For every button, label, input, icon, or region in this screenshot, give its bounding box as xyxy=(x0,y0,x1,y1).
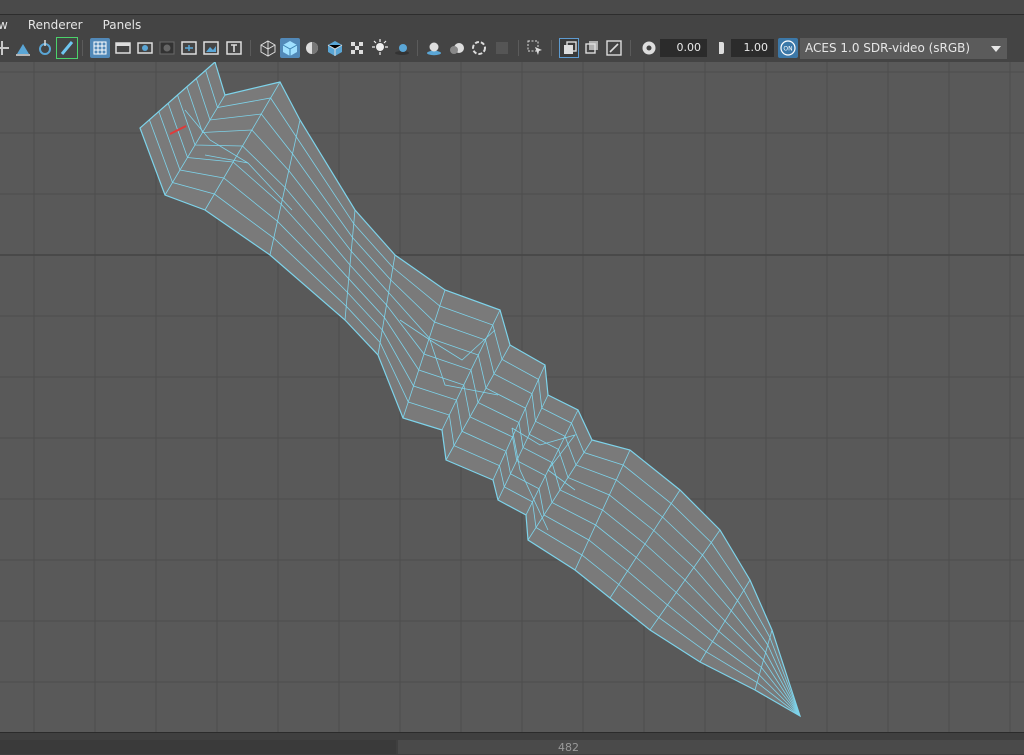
chevron-down-icon[interactable] xyxy=(985,38,1007,59)
lights-icon[interactable] xyxy=(370,38,390,58)
view-transform-dropdown[interactable]: ACES 1.0 SDR-video (sRGB) xyxy=(800,38,1007,59)
toolbar-separator xyxy=(82,40,83,56)
transform-icon[interactable] xyxy=(0,38,12,58)
exposure-field[interactable]: 0.00 xyxy=(660,39,707,57)
depth-of-field-icon[interactable] xyxy=(492,38,512,58)
wireframe-icon[interactable] xyxy=(258,38,278,58)
menu-view[interactable]: w xyxy=(0,18,18,32)
ambient-occlusion-icon[interactable] xyxy=(424,38,444,58)
move-pivot-icon[interactable] xyxy=(35,38,55,58)
smooth-shade-icon[interactable] xyxy=(280,38,300,58)
uv-canvas[interactable] xyxy=(0,62,1024,732)
exposure-icon[interactable] xyxy=(639,38,659,58)
color-management-icon[interactable]: ON xyxy=(778,38,798,58)
paint-brush-icon[interactable] xyxy=(56,37,78,59)
uv-shell-outline xyxy=(139,62,802,718)
isolate-select-icon[interactable] xyxy=(559,38,579,58)
panel-toolbar: 0.00 1.00 ON ACES 1.0 SDR-video (sRGB) xyxy=(0,35,1024,63)
uv-editor-viewport[interactable] xyxy=(0,62,1024,732)
xray-joints-icon[interactable] xyxy=(604,38,624,58)
status-left-field xyxy=(0,740,396,754)
toolbar-separator xyxy=(630,40,631,56)
film-gate-icon[interactable] xyxy=(113,38,133,58)
motion-blur-icon[interactable] xyxy=(447,38,467,58)
resolution-gate-icon[interactable] xyxy=(135,38,155,58)
gate-mask-icon[interactable] xyxy=(157,38,177,58)
status-value: 482 xyxy=(558,741,579,754)
field-chart-icon[interactable] xyxy=(179,38,199,58)
xray-icon[interactable] xyxy=(582,38,602,58)
safe-title-icon[interactable] xyxy=(224,38,244,58)
antialias-icon[interactable] xyxy=(469,38,489,58)
textured-icon[interactable] xyxy=(325,38,345,58)
menu-panels[interactable]: Panels xyxy=(93,18,152,32)
toolbar-separator xyxy=(518,40,519,56)
snap-icon[interactable] xyxy=(13,38,33,58)
status-bar: 482 xyxy=(0,732,1024,755)
window-title-strip xyxy=(0,0,1024,15)
color-management-label: ON xyxy=(783,46,792,53)
toolbar-separator xyxy=(250,40,251,56)
safe-action-icon[interactable] xyxy=(201,38,221,58)
toolbar-separator xyxy=(551,40,552,56)
toolbar-separator xyxy=(417,40,418,56)
menu-bar: w Renderer Panels xyxy=(0,15,1024,35)
select-camera-icon[interactable] xyxy=(525,38,545,58)
menu-renderer[interactable]: Renderer xyxy=(18,18,93,32)
default-material-icon[interactable] xyxy=(302,38,322,58)
uv-shell-dagger[interactable] xyxy=(139,62,802,718)
status-right-field xyxy=(398,740,1024,754)
gamma-field[interactable]: 1.00 xyxy=(731,39,774,57)
gamma-icon[interactable] xyxy=(709,38,729,58)
grid-icon[interactable] xyxy=(90,38,110,58)
checker-icon[interactable] xyxy=(347,38,367,58)
shadows-icon[interactable] xyxy=(392,38,412,58)
